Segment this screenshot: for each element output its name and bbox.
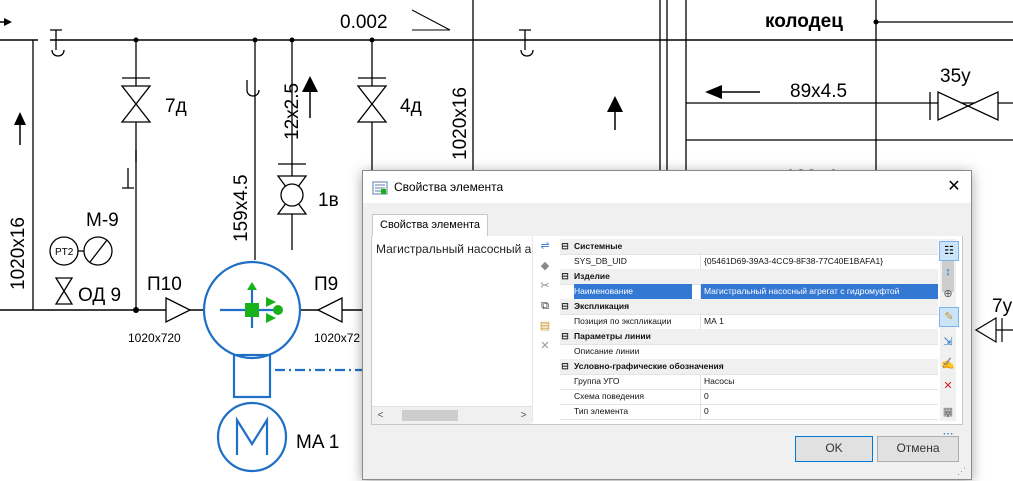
sort-alpha-icon[interactable]: ↕ [939,263,957,281]
property-grid: ⊟ Системные SYS_DB_UID {05461D69-39A3-4C… [560,239,938,421]
cancel-button[interactable]: Отмена [877,436,959,462]
collapse-icon[interactable]: ⊟ [560,329,570,344]
category-row[interactable]: ⊟ Системные [560,239,938,255]
valve-label-1v: 1в [318,190,339,211]
category-row[interactable]: ⊟ Параметры линии [560,329,938,345]
pipe-label-1020x16-right: 1020x16 [450,87,471,160]
property-row[interactable]: Тип элемента 0 [560,404,938,420]
filter-icon[interactable]: ⊕ [939,285,957,303]
delete-icon[interactable]: ✕ [537,338,553,354]
motor-label: MA 1 [296,432,339,453]
tab-element-properties[interactable]: Свойства элемента [372,214,489,237]
scroll-right-icon[interactable]: > [515,407,532,424]
valve-label-35u: 35у [940,66,971,87]
pipe-label-12x2.5: 12x2.5 [282,83,303,140]
pipe-label-159x4.5: 159x4.5 [231,174,252,242]
valve-35u-icon [929,90,999,122]
element-list[interactable]: Магистральный насосный агрегат [372,236,532,406]
dialog-titlebar: Свойства элемента ✕ [363,171,971,203]
category-row[interactable]: ⊟ Изделие [560,269,938,285]
list-item[interactable]: Магистральный насосный агрегат [376,242,532,256]
property-row[interactable]: Описание линии [560,344,938,360]
gauge-label: M-9 [86,210,119,231]
check-fitting-right-icon [519,29,534,57]
property-row[interactable]: Позиция по экспликации МА 1 [560,314,938,330]
collapse-icon[interactable]: ⊟ [560,299,570,314]
collapse-icon[interactable]: ⊟ [560,359,570,374]
paste-icon[interactable]: ▤ [537,318,553,334]
scroll-thumb[interactable] [402,410,458,421]
insert-icon[interactable]: ⇲ [939,333,957,351]
scroll-left-icon[interactable]: < [372,407,389,424]
properties-panel: Магистральный насосный агрегат < > ⇌ ◆ ✂… [371,236,963,425]
grid-toolbar: ☷ ↕ ⊕ ✎ ⇲ ✍ ✕ ▦ ⋯ [939,241,965,440]
od9-label: ОД 9 [78,285,121,306]
property-row[interactable]: Схема поведения 0 [560,389,938,405]
slope-label: 0.002 [340,12,388,33]
well-label: колодец [765,11,843,32]
size-label-right: 1020x72 [314,331,360,345]
layers-icon[interactable]: ▦ [939,403,957,421]
pipe-label-1020x16-left: 1020x16 [8,217,29,290]
flow-arrow-icon [4,18,12,26]
valve-od9-icon [54,277,74,305]
properties-dialog: Свойства элемента ✕ Свойства элемента Ма… [362,170,972,480]
edit-icon[interactable]: ✎ [939,307,959,327]
link-icon[interactable]: ⇌ [537,238,553,254]
size-label-left: 1020x720 [128,331,181,345]
collapse-icon[interactable]: ⊟ [560,239,570,254]
remove-icon[interactable]: ✕ [939,377,957,395]
p10-label: П10 [147,274,182,295]
gauge-text: PT2 [55,247,74,258]
list-toolbar: ⇌ ◆ ✂ ⧉ ▤ ✕ [532,236,557,422]
valve-label-7d: 7д [165,96,187,117]
tag-icon[interactable]: ◆ [537,258,553,274]
valve-label-7u: 7у [992,296,1013,317]
properties-icon [372,181,388,195]
list-horizontal-scrollbar[interactable]: < > [372,406,532,424]
tab-strip: Свойства элемента [371,214,961,237]
copy-icon[interactable]: ⧉ [537,298,553,314]
cut-icon[interactable]: ✂ [537,278,553,294]
valve-label-4d: 4д [400,96,422,117]
property-row-selected[interactable]: Наименование Магистральный насосный агре… [560,284,938,300]
ok-button[interactable]: OK [795,436,873,462]
property-row[interactable]: Группа УГО Насосы [560,374,938,390]
property-row[interactable]: SYS_DB_UID {05461D69-39A3-4CC9-8F38-77C4… [560,254,938,270]
pump-icon [202,260,302,473]
categorized-icon[interactable]: ☷ [939,241,959,261]
category-row[interactable]: ⊟ Условно-графические обозначения [560,359,938,375]
edit-note-icon[interactable]: ✍ [939,355,957,373]
resize-grip-icon[interactable]: ⋰ [957,465,969,477]
pipe-label-89x4.5: 89x4.5 [790,81,847,102]
close-icon[interactable]: ✕ [937,171,971,203]
p9-label: П9 [314,274,338,295]
dialog-title: Свойства элемента [394,180,504,194]
collapse-icon[interactable]: ⊟ [560,269,570,284]
category-row[interactable]: ⊟ Экспликация [560,299,938,315]
check-fitting-left-icon [50,29,65,57]
